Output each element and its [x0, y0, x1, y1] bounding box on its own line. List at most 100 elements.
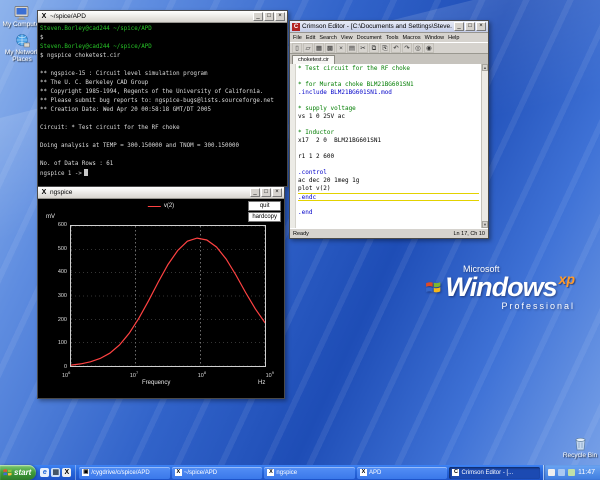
- redo-icon[interactable]: ↷: [402, 43, 412, 53]
- menu-item[interactable]: View: [341, 35, 353, 41]
- editor-line: * Test circuit for the RF choke: [298, 65, 410, 72]
- terminal-line: ** ngspice-15 : Circuit level simulation…: [40, 71, 208, 77]
- network-glyph: [16, 34, 30, 48]
- task-window-icon: X: [174, 469, 182, 476]
- my-network-places-icon[interactable]: My Network Places: [2, 34, 42, 63]
- editor-scrollbar[interactable]: ▲ ▼: [481, 64, 488, 228]
- menu-bar: File Edit Search View Document Tools Macros Win…: [290, 33, 488, 42]
- scroll-down-icon[interactable]: ▼: [482, 221, 488, 228]
- print-icon[interactable]: ▤: [347, 43, 357, 53]
- menu-item[interactable]: Document: [357, 35, 382, 41]
- undo-icon[interactable]: ↶: [391, 43, 401, 53]
- open-icon[interactable]: ▱: [303, 43, 313, 53]
- editor-text-area[interactable]: * Test circuit for the RF choke * for Mu…: [290, 64, 488, 228]
- show-desktop-icon[interactable]: ▦: [51, 468, 61, 477]
- hardcopy-button[interactable]: hardcopy: [248, 212, 281, 222]
- minimize-icon[interactable]: _: [253, 12, 263, 21]
- quick-launch: e ▦ X: [36, 465, 77, 480]
- editor-line: * for Murata choke BLM21BG601SN1: [298, 81, 414, 88]
- ngspice-plot-window[interactable]: X ngspice _ □ × v(2) quit hardcopy mV 60…: [37, 186, 285, 399]
- editor-line: r1 1 2 600: [298, 153, 335, 160]
- maximize-icon[interactable]: □: [264, 12, 274, 21]
- close-icon[interactable]: ×: [272, 188, 282, 197]
- menu-item[interactable]: Tools: [386, 35, 399, 41]
- minimize-icon[interactable]: _: [454, 22, 464, 31]
- terminal-line: Circuit: * Test circuit for the RF choke: [40, 125, 180, 131]
- x-tick-label: 107: [129, 370, 139, 379]
- volume-icon[interactable]: [558, 469, 565, 476]
- menu-item[interactable]: Edit: [306, 35, 315, 41]
- taskbar-button[interactable]: ▣ /cygdrive/c/spice/APD: [79, 466, 170, 479]
- network-icon[interactable]: [568, 469, 575, 476]
- y-axis-ticks: 600 500 400 300 200 100 0: [40, 222, 67, 370]
- clock[interactable]: 11:47: [578, 469, 595, 476]
- terminal-output[interactable]: Steven.Borley@cad244 ~/spice/APD $ Steve…: [38, 23, 287, 186]
- terminal-titlebar[interactable]: X ~/spice/APD _ □ ×: [38, 11, 287, 23]
- editor-line: .end: [298, 209, 313, 216]
- paste-icon[interactable]: ⎘: [380, 43, 390, 53]
- recycle-bin-icon[interactable]: Recycle Bin: [562, 436, 598, 459]
- find-next-icon[interactable]: ◉: [424, 43, 434, 53]
- tab-choketest[interactable]: choketest.cir: [292, 55, 335, 64]
- editor-toolbar: ▯ ▱ ▦ ▩ × ▤ ✂ ⧉ ⎘ ↶ ↷ ◎ ◉: [290, 42, 488, 54]
- task-button-label: ~/spice/APD: [183, 469, 218, 476]
- editor-statusbar: Ready Ln 17, Ch 10: [290, 228, 488, 238]
- task-buttons: ▣ /cygdrive/c/spice/APD X ~/spice/APD X …: [76, 465, 543, 480]
- terminal-line: ** The U. C. Berkeley CAD Group: [40, 80, 149, 86]
- close-file-icon[interactable]: ×: [336, 43, 346, 53]
- icon-label: Recycle Bin: [562, 452, 598, 459]
- x-tick-label: 106: [62, 370, 71, 379]
- editor-titlebar[interactable]: C Crimson Editor - [C:\Documents and Set…: [290, 21, 488, 33]
- terminal-window[interactable]: X ~/spice/APD _ □ × Steven.Borley@cad244…: [37, 10, 288, 187]
- cut-icon[interactable]: ✂: [358, 43, 368, 53]
- terminal-line: Steven.Borley@cad244 ~/spice/APD: [40, 44, 152, 50]
- x-server-icon[interactable]: X: [62, 468, 72, 477]
- task-button-label: Crimson Editor - [...: [461, 469, 514, 476]
- new-icon[interactable]: ▯: [292, 43, 302, 53]
- maximize-icon[interactable]: □: [261, 188, 271, 197]
- minimize-icon[interactable]: _: [250, 188, 260, 197]
- scroll-up-icon[interactable]: ▲: [482, 64, 488, 71]
- window-title: ~/spice/APD: [50, 13, 86, 20]
- menu-item[interactable]: Search: [319, 35, 336, 41]
- close-icon[interactable]: ×: [275, 12, 285, 21]
- windows-xp-logo: Microsoft Windows xp Professional: [425, 264, 575, 311]
- maximize-icon[interactable]: □: [465, 22, 475, 31]
- internet-explorer-icon[interactable]: e: [40, 468, 50, 477]
- computer-glyph: [14, 6, 28, 20]
- start-button[interactable]: start: [0, 465, 37, 480]
- logo-xp: xp: [558, 271, 575, 287]
- x-axis-label: Frequency: [142, 380, 171, 386]
- editor-line: .endc: [298, 193, 479, 201]
- menu-item[interactable]: Macros: [403, 35, 421, 41]
- my-computer-icon[interactable]: My Computer: [2, 6, 42, 28]
- taskbar-button[interactable]: X APD: [356, 466, 448, 479]
- x-server-icon[interactable]: [548, 469, 555, 476]
- find-icon[interactable]: ◎: [413, 43, 423, 53]
- icon-label: My Computer: [2, 21, 42, 28]
- quit-button[interactable]: quit: [248, 201, 281, 211]
- taskbar-button[interactable]: X ~/spice/APD: [171, 466, 263, 479]
- menu-item[interactable]: File: [293, 35, 302, 41]
- menu-item[interactable]: Window: [425, 35, 445, 41]
- taskbar-button[interactable]: X ngspice: [264, 466, 355, 479]
- close-icon[interactable]: ×: [476, 22, 486, 31]
- y-tick-label: 600: [57, 222, 67, 228]
- task-window-icon: ▣: [82, 469, 90, 476]
- taskbar-button[interactable]: C Crimson Editor - [...: [449, 466, 540, 479]
- menu-item[interactable]: Help: [448, 35, 459, 41]
- crimson-editor-window[interactable]: C Crimson Editor - [C:\Documents and Set…: [289, 20, 489, 239]
- save-icon[interactable]: ▦: [314, 43, 324, 53]
- save-all-icon[interactable]: ▩: [325, 43, 335, 53]
- y-tick-label: 300: [57, 292, 67, 299]
- y-tick-label: 200: [57, 316, 67, 323]
- task-button-label: /cygdrive/c/spice/APD: [91, 469, 150, 476]
- y-axis-label: mV: [46, 214, 55, 220]
- window-title: ngspice: [50, 189, 73, 196]
- plot-titlebar[interactable]: X ngspice _ □ ×: [38, 187, 284, 199]
- terminal-line: ** Please submit bug reports to: ngspice…: [40, 98, 274, 104]
- copy-icon[interactable]: ⧉: [369, 43, 379, 53]
- editor-line: * supply voltage: [298, 105, 356, 112]
